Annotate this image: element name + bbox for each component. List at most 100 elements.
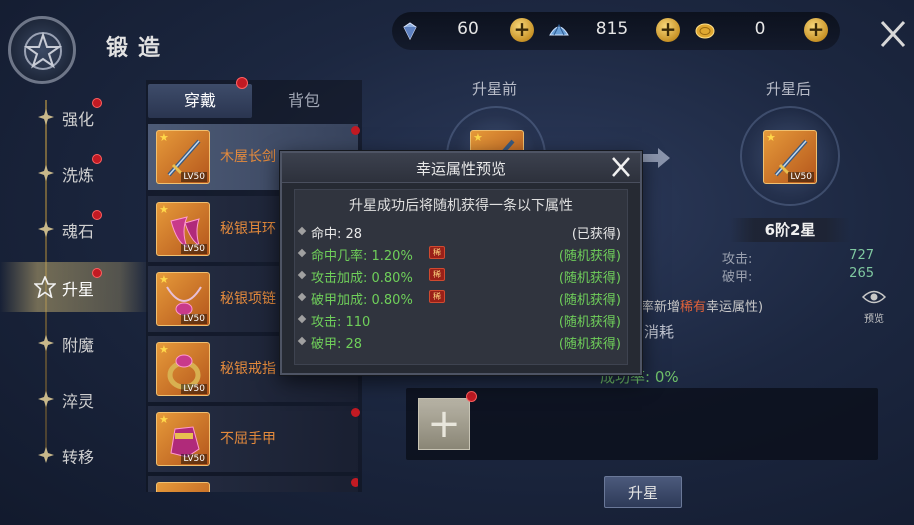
nav-item-soulstone[interactable]: 魂石 [0, 208, 150, 252]
attribute-status: (随机获得) [558, 315, 621, 330]
list-item[interactable] [148, 476, 358, 492]
arrow-right-icon [642, 148, 670, 168]
item-icon [156, 482, 210, 492]
tab-bag[interactable]: 背包 [252, 84, 356, 118]
nav-label: 强化 [62, 110, 95, 129]
list-item[interactable]: ★ LV50 不屈手甲 [148, 406, 360, 472]
fan-gem-count: 815 [595, 19, 629, 39]
bullet-icon [297, 270, 307, 280]
stat-value: 265 [849, 266, 874, 281]
nav-item-enchant[interactable]: 附魔 [0, 322, 150, 366]
gold-coin-icon [695, 23, 715, 39]
star-icon [38, 447, 54, 463]
stat-name: 攻击: [722, 252, 753, 267]
rare-tag-icon: 稀 [429, 246, 445, 259]
currency-diamond: 60 + [400, 18, 540, 43]
bullet-icon [297, 314, 307, 324]
add-fan-gem-button[interactable]: + [656, 18, 680, 42]
add-material-slot[interactable]: + [418, 398, 470, 450]
star-icon [38, 165, 54, 181]
currency-gold: 0 + [694, 18, 834, 43]
ring-icon: ★ LV50 [156, 342, 210, 396]
necklace-icon: ★ LV50 [156, 272, 210, 326]
notification-dot [351, 478, 358, 487]
nav-item-refine[interactable]: 洗炼 [0, 152, 150, 196]
after-label: 升星后 [766, 80, 812, 98]
attribute-row: 命中: 28 (已获得) [297, 222, 621, 242]
add-gold-button[interactable]: + [804, 18, 828, 42]
eye-icon [861, 290, 887, 304]
item-name: 秘银戒指 [220, 361, 276, 377]
attribute-name: 命中几率: 1.20% [311, 249, 413, 264]
bullet-icon [297, 292, 307, 302]
modal-body: 升星成功后将随机获得一条以下属性 命中: 28 (已获得) 命中几率: 1.20… [294, 189, 628, 365]
modal-description: 升星成功后将随机获得一条以下属性 [349, 198, 573, 214]
modal-header: 幸运属性预览 [282, 153, 640, 183]
nav-item-quench[interactable]: 淬灵 [0, 378, 150, 422]
attribute-row: 破甲加成: 0.80% 稀 (随机获得) [297, 288, 621, 308]
sword-icon: ★ LV50 [156, 130, 210, 184]
modal-title: 幸运属性预览 [415, 160, 506, 178]
notification-dot [351, 126, 360, 135]
notification-dot [92, 268, 102, 278]
material-panel [406, 388, 878, 460]
notification-dot [236, 77, 248, 89]
forge-emblem-icon [8, 16, 76, 84]
notification-dot [92, 210, 102, 220]
attribute-status: (随机获得) [558, 293, 621, 308]
add-diamond-button[interactable]: + [510, 18, 534, 42]
attribute-status: (随机获得) [558, 271, 621, 286]
item-name: 不屈手甲 [220, 431, 276, 447]
fan-gem-icon [549, 23, 569, 36]
close-icon[interactable] [872, 14, 912, 54]
item-name: 木屋长剑 [220, 149, 276, 165]
star-icon [38, 109, 54, 125]
item-name: 秘银项链 [220, 291, 276, 307]
currency-fan-gem: 815 + [548, 18, 688, 43]
attribute-name: 攻击: 110 [311, 315, 371, 330]
star-level: 6阶2星 [730, 218, 850, 242]
before-label: 升星前 [472, 80, 518, 98]
attribute-name: 破甲: 28 [311, 337, 363, 352]
bullet-icon [297, 248, 307, 258]
gold-count: 0 [754, 19, 766, 39]
notification-dot [466, 391, 477, 402]
attribute-row: 攻击: 110 (随机获得) [297, 310, 621, 330]
star-icon [38, 391, 54, 407]
bullet-icon [297, 226, 307, 236]
close-icon[interactable] [608, 154, 634, 180]
star-icon [38, 335, 54, 351]
rare-tag-icon: 稀 [429, 268, 445, 281]
attribute-name: 命中: 28 [311, 227, 363, 242]
nav-label: 升星 [62, 280, 95, 299]
bullet-icon [297, 336, 307, 346]
nav-item-star-up[interactable]: 升星 [0, 262, 150, 312]
attribute-status: (已获得) [571, 227, 621, 242]
lucky-attribute-modal: 幸运属性预览 升星成功后将随机获得一条以下属性 命中: 28 (已获得) 命中几… [280, 151, 642, 375]
attribute-row: 命中几率: 1.20% 稀 (随机获得) [297, 244, 621, 264]
nav-label: 魂石 [62, 222, 95, 241]
earring-icon: ★ LV50 [156, 202, 210, 256]
notification-dot [92, 154, 102, 164]
nav-label: 附魔 [62, 336, 95, 355]
stat-name: 破甲: [722, 270, 753, 285]
nav-item-strengthen[interactable]: 强化 [0, 96, 150, 140]
rare-tag-icon: 稀 [429, 290, 445, 303]
consume-title: 消耗 [644, 323, 675, 341]
attribute-row: 攻击加成: 0.80% 稀 (随机获得) [297, 266, 621, 286]
attribute-name: 攻击加成: 0.80% [311, 271, 413, 286]
attribute-name: 破甲加成: 0.80% [311, 293, 413, 308]
nav-label: 洗炼 [62, 166, 95, 185]
star-up-button[interactable]: 升星 [604, 476, 682, 508]
gauntlet-icon: ★ LV50 [156, 412, 210, 466]
tab-equipped[interactable]: 穿戴 [148, 84, 252, 118]
plus-icon: + [427, 401, 461, 447]
diamond-count: 60 [457, 19, 479, 39]
star-up-icon [34, 276, 56, 298]
nav-label: 转移 [62, 448, 95, 464]
preview-label: 预览 [864, 314, 884, 325]
preview-button[interactable]: 预览 [858, 288, 890, 325]
attribute-status: (随机获得) [558, 249, 621, 264]
notification-dot [351, 408, 360, 417]
nav-item-transfer[interactable]: 转移 [0, 434, 150, 464]
